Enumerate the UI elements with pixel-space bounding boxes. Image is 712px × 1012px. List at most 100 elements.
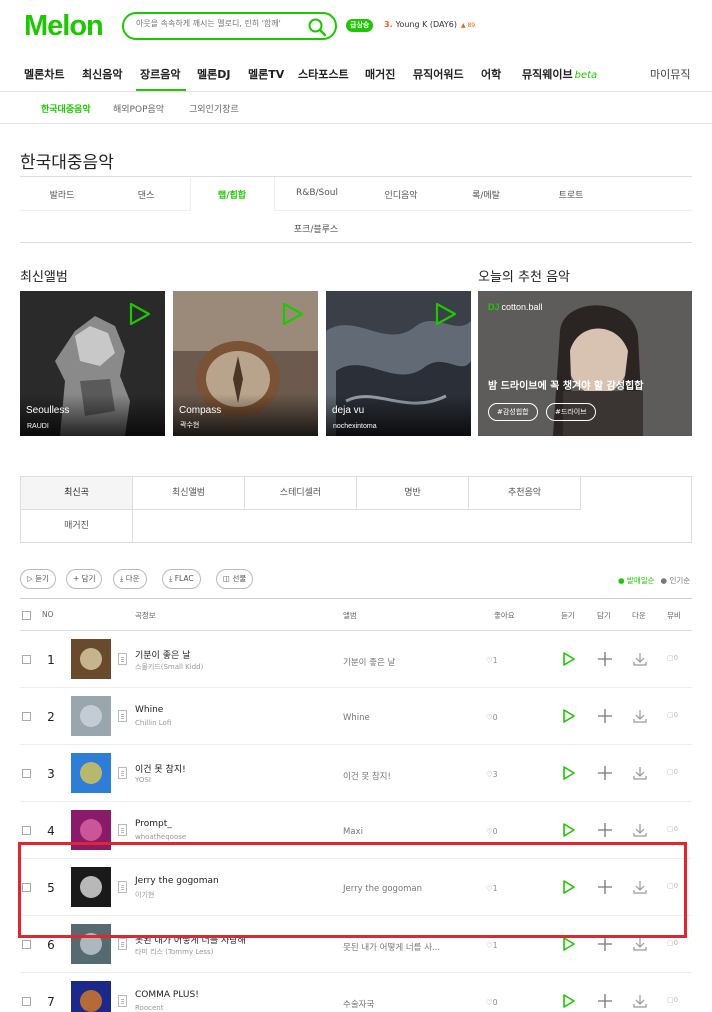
search-box[interactable] xyxy=(122,12,337,40)
add-icon[interactable] xyxy=(597,822,613,838)
song-title[interactable]: 이건 못 참지! xyxy=(135,762,186,775)
mv-button[interactable]: ▢0 xyxy=(667,996,678,1004)
like-button[interactable]: ♡1 xyxy=(486,884,498,893)
album-card[interactable]: Compass 곽수현 xyxy=(173,291,318,436)
nav-star-post[interactable]: 스타포스트 xyxy=(298,66,349,82)
nav-melon-chart[interactable]: 멜론차트 xyxy=(24,66,64,82)
flac-button[interactable]: ⤓ FLAC xyxy=(162,569,201,589)
play-icon[interactable] xyxy=(129,302,151,326)
play-icon[interactable] xyxy=(561,765,577,781)
genre-dance[interactable]: 댄스 xyxy=(138,188,155,201)
like-button[interactable]: ♡0 xyxy=(486,827,498,836)
play-icon[interactable] xyxy=(561,651,577,667)
song-artist[interactable]: Chillin Lofi xyxy=(135,719,171,727)
song-album[interactable]: 이건 못 참지! xyxy=(343,770,391,782)
album-artist[interactable]: RAUDI xyxy=(27,423,49,430)
play-icon[interactable] xyxy=(561,936,577,952)
song-title[interactable]: Whine xyxy=(135,705,163,715)
row-checkbox[interactable] xyxy=(22,997,31,1006)
nav-melon-tv[interactable]: 멜론TV xyxy=(248,66,284,82)
recommend-card[interactable]: DJ cotton.ball 밤 드라이브에 꼭 챙겨야 할 감성힙합 #감성힙합… xyxy=(478,291,692,436)
genre-rap-hiphop[interactable]: 랩/힙합 xyxy=(218,188,246,201)
mv-button[interactable]: ▢0 xyxy=(667,654,678,662)
song-album[interactable]: Maxi xyxy=(343,827,363,837)
song-album[interactable]: 못된 내가 어떻게 너를 사... xyxy=(343,941,440,953)
nav-music-wave[interactable]: 뮤직웨이브 beta xyxy=(522,66,597,82)
album-thumbnail[interactable] xyxy=(71,639,111,679)
song-album[interactable]: 수술자국 xyxy=(343,998,374,1010)
album-thumbnail[interactable] xyxy=(71,981,111,1012)
mv-button[interactable]: ▢0 xyxy=(667,711,678,719)
play-icon[interactable] xyxy=(282,302,304,326)
album-title[interactable]: Seoulless xyxy=(26,405,69,416)
song-album[interactable]: Whine xyxy=(343,713,370,723)
nav-new-music[interactable]: 최신음악 xyxy=(82,66,122,82)
album-thumbnail[interactable] xyxy=(71,696,111,736)
tag-button[interactable]: #감성힙합 xyxy=(488,403,538,421)
download-icon[interactable] xyxy=(632,936,648,952)
tab-masterpiece[interactable]: 명반 xyxy=(357,477,469,510)
row-checkbox[interactable] xyxy=(22,712,31,721)
song-artist[interactable]: Roocent xyxy=(135,1004,163,1012)
song-detail-icon[interactable] xyxy=(118,767,127,779)
mv-button[interactable]: ▢0 xyxy=(667,768,678,776)
album-thumbnail[interactable] xyxy=(71,753,111,793)
song-title[interactable]: 못된 내가 어떻게 너를 사랑해 xyxy=(135,933,246,946)
add-icon[interactable] xyxy=(597,993,613,1009)
search-input[interactable] xyxy=(136,19,306,28)
download-icon[interactable] xyxy=(632,765,648,781)
song-detail-icon[interactable] xyxy=(118,710,127,722)
play-icon[interactable] xyxy=(561,993,577,1009)
genre-folk-blues[interactable]: 포크/블루스 xyxy=(294,222,338,235)
song-artist[interactable]: 이기현 xyxy=(135,890,154,900)
add-icon[interactable] xyxy=(597,879,613,895)
genre-indie[interactable]: 인디음악 xyxy=(384,188,417,201)
genre-rnb-soul[interactable]: R&B/Soul xyxy=(296,188,338,198)
nav-my-music[interactable]: 마이뮤직 xyxy=(650,66,690,82)
row-checkbox[interactable] xyxy=(22,826,31,835)
song-detail-icon[interactable] xyxy=(118,824,127,836)
play-icon[interactable] xyxy=(561,879,577,895)
song-title[interactable]: 기분이 좋은 날 xyxy=(135,648,190,661)
album-title[interactable]: Compass xyxy=(179,405,221,416)
play-icon[interactable] xyxy=(561,822,577,838)
nav-genre-music[interactable]: 장르음악 xyxy=(140,66,180,82)
tag-button[interactable]: #드라이브 xyxy=(546,403,596,421)
genre-ballad[interactable]: 발라드 xyxy=(50,188,75,201)
mv-button[interactable]: ▢0 xyxy=(667,882,678,890)
select-all-checkbox[interactable] xyxy=(22,611,31,620)
album-artist[interactable]: nochexintoma xyxy=(333,423,377,430)
subnav-pop[interactable]: 해외POP음악 xyxy=(113,102,164,115)
row-checkbox[interactable] xyxy=(22,940,31,949)
download-icon[interactable] xyxy=(632,822,648,838)
album-thumbnail[interactable] xyxy=(71,867,111,907)
tab-steady-seller[interactable]: 스테디셀러 xyxy=(245,477,357,510)
search-icon[interactable] xyxy=(307,17,327,37)
song-artist[interactable]: YOSI xyxy=(135,776,151,784)
play-icon[interactable] xyxy=(435,302,457,326)
row-checkbox[interactable] xyxy=(22,769,31,778)
nav-melon-dj[interactable]: 멜론DJ xyxy=(197,66,230,82)
album-thumbnail[interactable] xyxy=(71,924,111,964)
song-title[interactable]: Jerry the gogoman xyxy=(135,876,219,886)
add-button[interactable]: + 담기 xyxy=(66,569,103,589)
listen-button[interactable]: ▷ 듣기 xyxy=(20,569,56,589)
download-button[interactable]: ⤓ 다운 xyxy=(113,569,147,589)
row-checkbox[interactable] xyxy=(22,883,31,892)
row-checkbox[interactable] xyxy=(22,655,31,664)
song-title[interactable]: Prompt_ xyxy=(135,819,172,829)
download-icon[interactable] xyxy=(632,879,648,895)
add-icon[interactable] xyxy=(597,936,613,952)
play-icon[interactable] xyxy=(561,708,577,724)
like-button[interactable]: ♡3 xyxy=(486,770,498,779)
tab-new-songs[interactable]: 최신곡 xyxy=(21,477,133,510)
sort-release[interactable]: ● 발매일순 xyxy=(618,576,655,585)
song-detail-icon[interactable] xyxy=(118,938,127,950)
recommend-title[interactable]: 밤 드라이브에 꼭 챙겨야 할 감성힙합 xyxy=(488,377,643,392)
like-button[interactable]: ♡0 xyxy=(486,713,498,722)
album-card[interactable]: deja vu nochexintoma xyxy=(326,291,471,436)
download-icon[interactable] xyxy=(632,993,648,1009)
like-button[interactable]: ♡0 xyxy=(486,998,498,1007)
mv-button[interactable]: ▢0 xyxy=(667,825,678,833)
nav-language[interactable]: 어학 xyxy=(481,66,501,82)
